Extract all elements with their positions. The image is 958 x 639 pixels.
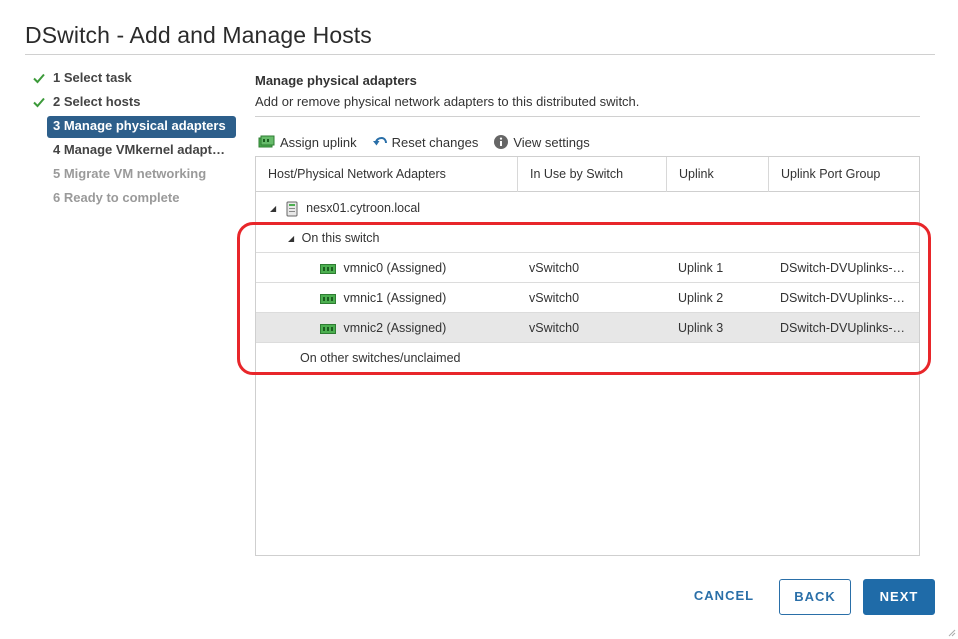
assign-uplink-label: Assign uplink <box>280 134 357 150</box>
host-name: nesx01.cytroon.local <box>306 201 421 215</box>
host-server-icon <box>286 201 298 217</box>
checkmark-icon <box>33 73 45 84</box>
step-select-task[interactable]: 1 Select task <box>25 66 240 90</box>
host-row[interactable]: ◢ nesx01.cytroon.local <box>256 193 919 223</box>
uplink-port-group: DSwitch-DVUplinks-… <box>780 321 906 335</box>
undo-icon <box>372 136 387 146</box>
uplink: Uplink 1 <box>678 261 724 275</box>
wizard-steps: 1 Select task 2 Select hosts 3 Manage ph… <box>25 66 240 210</box>
group-row-on-this-switch[interactable]: ◢ On this switch <box>256 223 919 253</box>
group-row-other-switches[interactable]: On other switches/unclaimed <box>256 343 919 373</box>
column-header-uplink-port-group[interactable]: Uplink Port Group <box>769 157 919 192</box>
table-row[interactable]: vmnic0 (Assigned) vSwitch0 Uplink 1 DSwi… <box>256 253 919 283</box>
step-label: 1 Select task <box>53 70 132 85</box>
step-migrate-vm-networking: 5 Migrate VM networking <box>25 162 240 186</box>
adapter-name: vmnic1 (Assigned) <box>343 291 447 305</box>
uplink-port-group: DSwitch-DVUplinks-… <box>780 291 906 305</box>
back-button[interactable]: BACK <box>779 579 851 615</box>
step-label: 6 Ready to complete <box>53 190 180 205</box>
collapse-triangle-icon[interactable]: ◢ <box>270 194 276 223</box>
checkmark-icon <box>33 97 45 108</box>
add-manage-hosts-dialog: DSwitch - Add and Manage Hosts 1 Select … <box>0 0 958 639</box>
section-divider <box>255 116 920 117</box>
column-header-in-use-by-switch[interactable]: In Use by Switch <box>518 157 667 192</box>
info-icon <box>494 135 509 149</box>
view-settings-label: View settings <box>513 134 590 150</box>
reset-changes-label: Reset changes <box>391 134 479 150</box>
reset-changes-button[interactable]: Reset changes <box>372 134 479 150</box>
collapse-triangle-icon[interactable]: ◢ <box>288 224 294 253</box>
step-select-hosts[interactable]: 2 Select hosts <box>25 90 240 114</box>
step-manage-physical-adapters[interactable]: 3 Manage physical adapters <box>25 114 240 138</box>
table-row[interactable]: vmnic1 (Assigned) vSwitch0 Uplink 2 DSwi… <box>256 283 919 313</box>
in-use-by-switch: vSwitch0 <box>529 321 580 335</box>
column-header-adapters[interactable]: Host/Physical Network Adapters <box>256 157 518 192</box>
assign-uplink-button[interactable]: Assign uplink <box>258 135 357 150</box>
group-label: On this switch <box>301 231 380 245</box>
table-row-selected[interactable]: vmnic2 (Assigned) vSwitch0 Uplink 3 DSwi… <box>256 313 919 343</box>
section-description: Add or remove physical network adapters … <box>255 94 640 109</box>
network-adapter-icon <box>320 263 336 274</box>
cancel-button[interactable]: CANCEL <box>683 579 765 615</box>
group-label: On other switches/unclaimed <box>300 351 461 365</box>
adapter-name: vmnic0 (Assigned) <box>343 261 447 275</box>
step-ready-to-complete: 6 Ready to complete <box>25 186 240 210</box>
uplink: Uplink 3 <box>678 321 724 335</box>
step-label: 2 Select hosts <box>53 94 141 109</box>
assign-uplink-icon <box>258 135 275 148</box>
step-label: 5 Migrate VM networking <box>53 166 207 181</box>
dialog-title: DSwitch - Add and Manage Hosts <box>25 22 372 48</box>
view-settings-button[interactable]: View settings <box>493 134 590 150</box>
uplink: Uplink 2 <box>678 291 724 305</box>
section-title: Manage physical adapters <box>255 73 417 88</box>
step-label: 4 Manage VMkernel adapt… <box>53 142 225 157</box>
network-adapter-icon <box>320 323 336 334</box>
step-manage-vmkernel-adapters[interactable]: 4 Manage VMkernel adapt… <box>25 138 240 162</box>
step-label: 3 Manage physical adapters <box>53 118 226 133</box>
next-button[interactable]: NEXT <box>863 579 935 615</box>
title-divider <box>25 54 935 55</box>
grid-header: Host/Physical Network Adapters In Use by… <box>256 157 919 192</box>
in-use-by-switch: vSwitch0 <box>529 261 580 275</box>
resize-grip-icon[interactable] <box>946 627 956 637</box>
column-header-uplink[interactable]: Uplink <box>667 157 769 192</box>
uplink-port-group: DSwitch-DVUplinks-… <box>780 261 906 275</box>
adapter-toolbar: Assign uplink Reset changes View setting… <box>258 131 605 153</box>
network-adapter-icon <box>320 293 336 304</box>
adapter-name: vmnic2 (Assigned) <box>343 321 447 335</box>
in-use-by-switch: vSwitch0 <box>529 291 580 305</box>
adapters-grid: Host/Physical Network Adapters In Use by… <box>255 156 920 556</box>
